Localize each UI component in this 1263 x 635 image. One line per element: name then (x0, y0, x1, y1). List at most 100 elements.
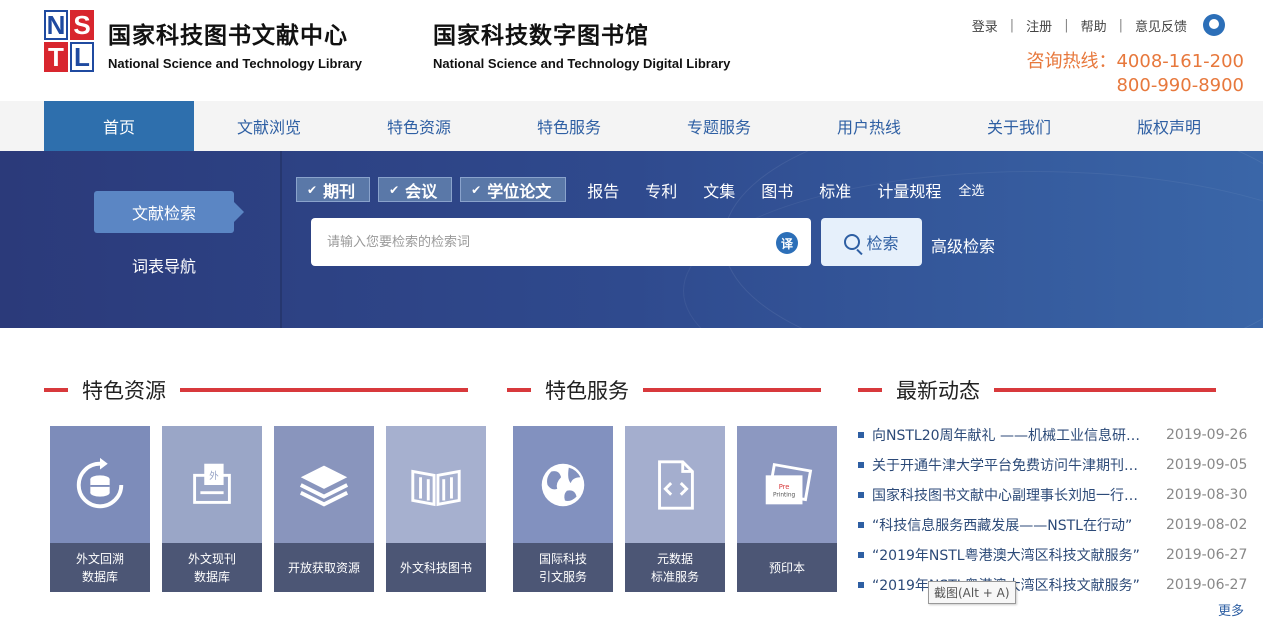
select-all-link[interactable]: 全选 (958, 180, 984, 199)
customer-service-icon[interactable] (1203, 14, 1225, 36)
org-name-library: 国家科技图书文献中心 National Science and Technolo… (108, 16, 362, 71)
screenshot-tooltip: 截图(Alt + A) (928, 581, 1016, 604)
type-option-standard[interactable]: 标准 (819, 178, 851, 202)
type-checkbox-conference[interactable]: ✔ 会议 (378, 177, 453, 202)
search-input[interactable] (311, 218, 771, 266)
svg-text:外: 外 (209, 470, 219, 482)
type-option-proceedings[interactable]: 文集 (703, 178, 735, 202)
news-item[interactable]: 关于开通牛津大学平台免费访问牛津期刊的通知 2019-09-05 (858, 450, 1248, 480)
type-checkbox-thesis[interactable]: ✔ 学位论文 (460, 177, 567, 202)
news-item[interactable]: “2019年NSTL粤港澳大湾区科技文献服务” 2019-06-27 (858, 570, 1248, 600)
tile-image: 外 (162, 426, 262, 543)
separator: | (1009, 17, 1015, 33)
tile-image (386, 426, 486, 543)
news-title[interactable]: 向NSTL20周年献礼 ——机械工业信息研究院 (872, 425, 1144, 445)
type-option-book[interactable]: 图书 (761, 178, 793, 202)
svg-text:Pre: Pre (779, 482, 790, 490)
news-item[interactable]: 国家科技图书文献中心副理事长刘旭一行调研 2019-08-30 (858, 480, 1248, 510)
hotline: 咨询热线：4008-161-200 800-990-8900 (1026, 50, 1244, 98)
bullet-icon (858, 492, 864, 498)
news-list: 向NSTL20周年献礼 ——机械工业信息研究院 2019-09-26 关于开通牛… (858, 420, 1248, 600)
tab-thesaurus-nav[interactable]: 词表导航 (94, 244, 234, 286)
translate-icon[interactable]: 译 (776, 232, 798, 254)
foreign-journal-icon: 外 (193, 463, 231, 504)
news-more-link[interactable]: 更多 (1218, 600, 1244, 619)
nav-item-browse[interactable]: 文献浏览 (194, 101, 344, 151)
nav-item-services[interactable]: 特色服务 (494, 101, 644, 151)
tile-label: 预印本 (737, 543, 837, 592)
register-link[interactable]: 注册 (1026, 16, 1052, 35)
resource-tile-foreign-books[interactable]: 外文科技图书 (386, 426, 486, 592)
service-tile-metadata[interactable]: 元数据 标准服务 (625, 426, 725, 592)
title-bar (858, 388, 882, 392)
resource-tile-open-access[interactable]: 开放获取资源 (274, 426, 374, 592)
type-option-metrology[interactable]: 计量规程 (877, 178, 941, 202)
org-name-cn: 国家科技图书文献中心 (108, 23, 348, 49)
news-date: 2019-08-30 (1166, 487, 1248, 503)
separator: | (1064, 17, 1069, 33)
tile-label-line: 开放获取资源 (287, 560, 360, 575)
news-title[interactable]: 国家科技图书文献中心副理事长刘旭一行调研 (872, 485, 1144, 505)
section-title-text: 特色资源 (82, 379, 166, 403)
tile-label-line: 标准服务 (650, 569, 699, 584)
section-title-text: 特色服务 (545, 379, 629, 403)
news-item[interactable]: 向NSTL20周年献礼 ——机械工业信息研究院 2019-09-26 (858, 420, 1248, 450)
tile-label-line: 元数据 (656, 551, 693, 566)
tile-label-line: 数据库 (193, 569, 230, 584)
nav-item-home[interactable]: 首页 (44, 101, 194, 151)
section-title-resources: 特色资源 (44, 375, 468, 405)
service-tile-preprint[interactable]: Pre Printing 预印本 (737, 426, 837, 592)
nstl-logo[interactable]: N S T L (44, 10, 96, 74)
service-tile-citation[interactable]: 国际科技 引文服务 (513, 426, 613, 592)
tile-label-line: 外文科技图书 (399, 560, 472, 575)
bullet-icon (858, 582, 864, 588)
logo-letter: T (44, 42, 68, 72)
svg-text:Printing: Printing (773, 492, 796, 498)
tile-label: 外文现刊 数据库 (162, 543, 262, 592)
preprint-icon: Pre Printing (765, 462, 813, 504)
nav-item-resources[interactable]: 特色资源 (344, 101, 494, 151)
login-link[interactable]: 登录 (972, 16, 998, 35)
type-checkbox-journal[interactable]: ✔ 期刊 (296, 177, 371, 202)
type-label: 学位论文 (487, 181, 552, 201)
type-option-patent[interactable]: 专利 (645, 178, 677, 202)
advanced-search-link[interactable]: 高级检索 (931, 233, 995, 257)
news-date: 2019-09-26 (1166, 427, 1248, 443)
hotline-secondary: 800-990-8900 (1116, 75, 1244, 96)
search-banner: 文献检索 词表导航 ✔ 期刊 ✔ 会议 ✔ 学位论文 报告 专利 文集 图书 标… (0, 151, 1263, 328)
banner-divider (280, 151, 282, 328)
tile-label: 开放获取资源 (274, 543, 374, 592)
news-date: 2019-06-27 (1166, 577, 1248, 593)
type-option-report[interactable]: 报告 (587, 178, 619, 202)
bullet-icon (858, 522, 864, 528)
logo-letter: S (70, 10, 94, 40)
tab-literature-search[interactable]: 文献检索 (94, 191, 244, 233)
resource-tile-foreign-backfile[interactable]: 外文回溯 数据库 (50, 426, 150, 592)
search-button[interactable]: 检索 (821, 218, 922, 266)
logo-letter: N (44, 10, 68, 40)
feedback-link[interactable]: 意见反馈 (1135, 16, 1187, 35)
nav-item-copyright[interactable]: 版权声明 (1094, 101, 1244, 151)
news-title[interactable]: “科技信息服务西藏发展——NSTL在行动” (872, 515, 1144, 535)
resource-tile-foreign-current[interactable]: 外 外文现刊 数据库 (162, 426, 262, 592)
check-icon: ✔ (389, 182, 400, 197)
code-file-icon (658, 459, 694, 510)
section-title-text: 最新动态 (896, 379, 980, 403)
help-link[interactable]: 帮助 (1081, 16, 1107, 35)
type-label: 期刊 (323, 181, 356, 201)
news-title[interactable]: 关于开通牛津大学平台免费访问牛津期刊的通知 (872, 455, 1144, 475)
news-title[interactable]: “2019年NSTL粤港澳大湾区科技文献服务” (872, 545, 1144, 565)
org-name-cn: 国家科技数字图书馆 (433, 23, 649, 49)
separator: | (1118, 17, 1123, 33)
nav-item-about[interactable]: 关于我们 (944, 101, 1094, 151)
nav-item-topics[interactable]: 专题服务 (644, 101, 794, 151)
section-title-news: 最新动态 (858, 375, 1216, 405)
nav-item-hotline[interactable]: 用户热线 (794, 101, 944, 151)
tile-label-line: 国际科技 (538, 551, 587, 566)
news-item[interactable]: “2019年NSTL粤港澳大湾区科技文献服务” 2019-06-27 (858, 540, 1248, 570)
tile-image (625, 426, 725, 543)
news-item[interactable]: “科技信息服务西藏发展——NSTL在行动” 2019-08-02 (858, 510, 1248, 540)
news-date: 2019-09-05 (1166, 457, 1248, 473)
search-icon (844, 234, 861, 250)
title-bar (994, 388, 1216, 392)
